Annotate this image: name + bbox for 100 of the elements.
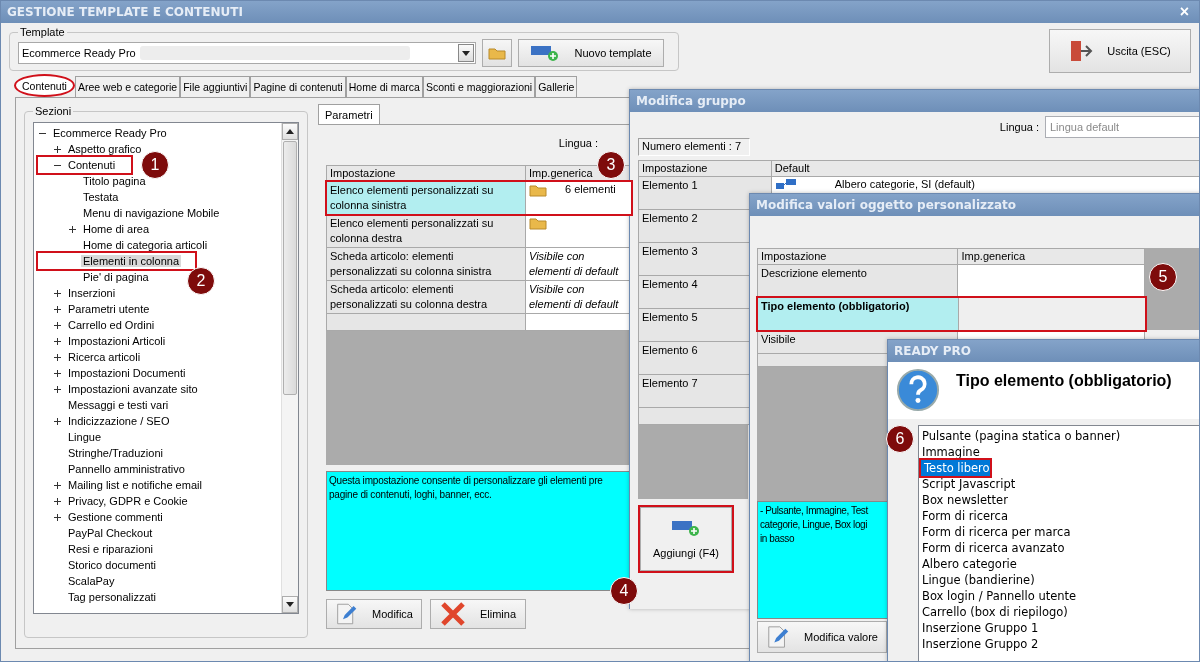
tree-item[interactable]: Pannello amministrativo bbox=[66, 463, 187, 475]
tab[interactable]: Aree web e categorie bbox=[74, 76, 181, 97]
exit-button[interactable]: Uscita (ESC) bbox=[1049, 29, 1191, 73]
column-header: Impostazione bbox=[639, 161, 771, 176]
tab[interactable]: Sconti e maggiorazioni bbox=[422, 76, 536, 97]
folder-icon bbox=[488, 46, 506, 60]
folder-icon bbox=[529, 183, 547, 197]
column-header: Default bbox=[771, 161, 1199, 176]
delete-x-icon bbox=[439, 602, 466, 626]
setting-cell[interactable]: Elenco elementi personalizzati su colonna destra bbox=[327, 215, 525, 247]
tree-item[interactable]: Testata bbox=[81, 191, 121, 203]
expand-icon[interactable] bbox=[53, 416, 62, 426]
setting-cell[interactable]: Scheda articolo: elementi personalizzati su colonna destra bbox=[327, 281, 525, 313]
setting-cell[interactable]: Descrizione elemento bbox=[758, 265, 958, 297]
value-text: Visibile con elementi di default bbox=[529, 282, 620, 312]
tree-item[interactable]: Pie' di pagina bbox=[81, 271, 151, 283]
caret-icon bbox=[462, 50, 470, 56]
tree-item[interactable]: Impostazioni avanzate sito bbox=[66, 383, 200, 395]
setting-cell[interactable]: Scheda articolo: elementi personalizzati su colonna sinistra bbox=[327, 248, 525, 280]
tree-item[interactable]: Ecommerce Ready Pro bbox=[51, 127, 169, 139]
tree-item[interactable]: Messaggi e testi vari bbox=[66, 399, 171, 411]
tab[interactable]: Parametri bbox=[318, 104, 380, 124]
expand-icon[interactable] bbox=[53, 512, 62, 522]
tree-item[interactable]: Mailing list e notifiche email bbox=[66, 479, 204, 491]
value-text: Visibile con elementi di default bbox=[529, 249, 620, 279]
node-icon bbox=[774, 178, 797, 190]
expand-icon[interactable] bbox=[53, 496, 62, 506]
expand-icon[interactable] bbox=[53, 336, 62, 346]
tree-item[interactable]: Impostazioni Articoli bbox=[66, 335, 168, 347]
scroll-up-button[interactable] bbox=[282, 123, 298, 140]
dialog-title: Modifica gruppo bbox=[636, 94, 746, 108]
question-icon bbox=[896, 367, 940, 412]
dialog-heading: Tipo elemento (obbligatorio) bbox=[956, 371, 1172, 391]
tree-item[interactable]: Indicizzazione / SEO bbox=[66, 415, 172, 427]
language-field[interactable]: Lingua default bbox=[1045, 116, 1199, 138]
tree-item[interactable]: Carrello ed Ordini bbox=[66, 319, 157, 331]
setting-cell[interactable]: Tipo elemento (obbligatorio) bbox=[758, 298, 958, 330]
expand-icon[interactable] bbox=[53, 320, 62, 330]
tab[interactable]: Home di marca bbox=[345, 76, 423, 97]
exit-door-icon bbox=[1069, 40, 1094, 62]
tree-item[interactable]: Resi e riparazioni bbox=[66, 543, 155, 555]
expand-icon[interactable] bbox=[53, 144, 62, 154]
tree-item[interactable]: ScalaPay bbox=[66, 575, 117, 587]
expand-icon[interactable] bbox=[68, 224, 77, 234]
pencil-document-icon bbox=[335, 601, 359, 627]
scroll-down-button[interactable] bbox=[282, 596, 298, 613]
add-button[interactable]: Aggiungi (F4) bbox=[640, 507, 732, 571]
tree-item[interactable]: Lingue bbox=[66, 431, 104, 443]
tree-item[interactable]: Inserzioni bbox=[66, 287, 118, 299]
language-label: Lingua : bbox=[558, 137, 598, 149]
expand-icon[interactable] bbox=[53, 480, 62, 490]
tree-item[interactable]: PayPal Checkout bbox=[66, 527, 155, 539]
column-header: Impostazione bbox=[758, 249, 958, 264]
tree-item[interactable]: Contenuti bbox=[66, 159, 118, 171]
new-template-button[interactable]: Nuovo template bbox=[518, 39, 664, 67]
add-icon bbox=[530, 44, 561, 62]
expand-icon[interactable] bbox=[53, 368, 62, 378]
value-text: 6 elementi bbox=[565, 183, 616, 196]
column-header: Imp.generica bbox=[958, 249, 1144, 264]
language-label: Lingua : bbox=[999, 121, 1039, 133]
add-icon bbox=[671, 519, 701, 537]
element-count: Numero elementi : 7 bbox=[638, 138, 750, 156]
tree-item[interactable]: Tag personalizzati bbox=[66, 591, 159, 603]
folder-icon bbox=[529, 216, 547, 230]
down-arrow-icon bbox=[286, 602, 294, 607]
dialog-title: Modifica valori oggetto personalizzato bbox=[756, 198, 1017, 212]
pencil-document-icon bbox=[766, 624, 790, 650]
edit-value-button[interactable]: Modifica valore bbox=[757, 621, 887, 653]
tree-item[interactable]: Stringhe/Traduzioni bbox=[66, 447, 165, 459]
tree-item[interactable]: Impostazioni Documenti bbox=[66, 367, 188, 379]
tree-item[interactable]: Menu di navigazione Mobile bbox=[81, 207, 222, 219]
tab[interactable]: File aggiuntivi bbox=[180, 76, 251, 97]
up-arrow-icon bbox=[286, 129, 294, 134]
delete-button[interactable]: Elimina bbox=[430, 599, 526, 629]
group-label: Template bbox=[19, 25, 66, 39]
tree-item[interactable]: Parametri utente bbox=[66, 303, 152, 315]
value-text: Albero categorie, SI (default) bbox=[834, 178, 975, 191]
tab[interactable]: Contenuti bbox=[14, 74, 75, 97]
setting-cell[interactable]: Elenco elementi personalizzati su colonna sinistra bbox=[327, 182, 525, 214]
expand-icon[interactable] bbox=[53, 288, 62, 298]
template-dropdown[interactable]: Ecommerce Ready Pro bbox=[18, 42, 476, 64]
tree-item[interactable]: Home di area bbox=[81, 223, 152, 235]
dropdown-button[interactable] bbox=[458, 44, 474, 62]
expand-icon[interactable] bbox=[53, 304, 62, 314]
tab[interactable]: Gallerie bbox=[535, 76, 578, 97]
expand-icon[interactable] bbox=[53, 384, 62, 394]
tree-item[interactable]: Ricerca articoli bbox=[66, 351, 143, 363]
tree-item[interactable]: Elementi in colonna bbox=[81, 255, 181, 267]
tree-item[interactable]: Aspetto grafico bbox=[66, 143, 144, 155]
expand-icon[interactable] bbox=[53, 352, 62, 362]
scroll-thumb[interactable] bbox=[283, 141, 297, 395]
group-label: Sezioni bbox=[34, 104, 73, 118]
tree-item[interactable]: Gestione commenti bbox=[66, 511, 165, 523]
edit-button[interactable]: Modifica bbox=[326, 599, 422, 629]
list-option[interactable]: Testo libero bbox=[921, 460, 990, 477]
tree-item[interactable]: Storico documenti bbox=[66, 559, 159, 571]
tree-item[interactable]: Privacy, GDPR e Cookie bbox=[66, 495, 190, 507]
tab[interactable]: Pagine di contenuti bbox=[250, 76, 346, 97]
tree-item[interactable]: Home di categoria articoli bbox=[81, 239, 210, 251]
window-title: GESTIONE TEMPLATE E CONTENUTI bbox=[7, 5, 243, 19]
